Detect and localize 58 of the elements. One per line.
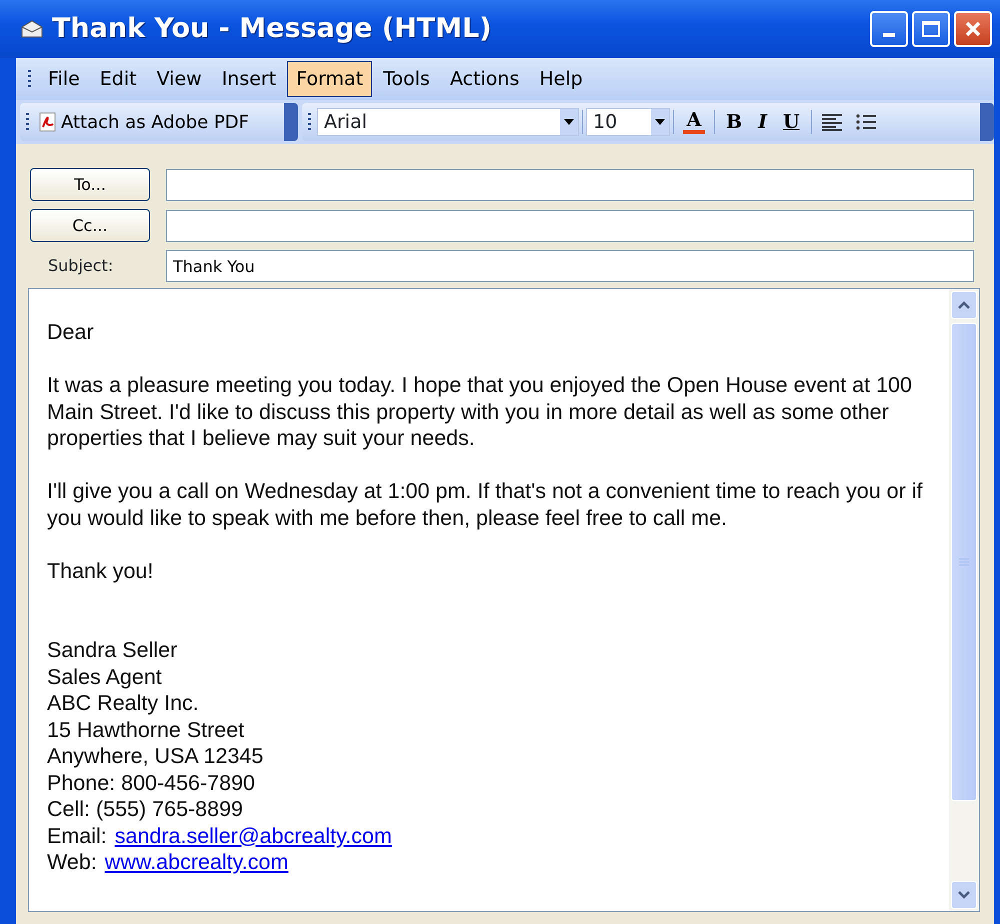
- scroll-down-button[interactable]: [951, 881, 977, 909]
- signature-line: Sales Agent: [47, 664, 163, 690]
- signature-label: Web:: [47, 849, 97, 876]
- grip-icon: [959, 558, 969, 566]
- caret-icon: [564, 119, 574, 125]
- signature-line: Anywhere, USA 12345: [47, 743, 264, 770]
- align-left-icon[interactable]: [820, 113, 843, 131]
- envelope-icon: [20, 19, 44, 39]
- menu-item[interactable]: View: [148, 60, 211, 98]
- body-paragraph: Thank you!: [47, 558, 154, 584]
- signature-line: 15 Hawthorne Street: [47, 716, 246, 743]
- font-color-button[interactable]: A: [677, 110, 711, 134]
- signature-link[interactable]: sandra.seller@abcrealty.com: [114, 822, 392, 849]
- body-paragraph: It was a pleasure meeting you today. I hope that you enjoyed the Open House event at 100 Main Street. I'd like to discuss this property with you in more detail as well as some other properties that I believe may suit your needs.: [47, 372, 913, 452]
- maximize-button[interactable]: [912, 11, 950, 47]
- signature-line: Phone: 800-456-7890: [47, 770, 256, 796]
- signature-link[interactable]: www.abcrealty.com: [104, 849, 288, 876]
- pdf-icon: [39, 112, 57, 132]
- toolbar-grip[interactable]: [26, 113, 29, 131]
- toolbar-grip[interactable]: [28, 70, 31, 88]
- message-body[interactable]: [28, 288, 980, 912]
- menu-item[interactable]: Insert: [212, 60, 286, 98]
- bullet-list-icon[interactable]: [854, 113, 877, 131]
- menu-item[interactable]: Edit: [90, 60, 146, 98]
- close-icon: [964, 20, 982, 38]
- menu-item[interactable]: Format: [287, 60, 372, 98]
- font-dropdown[interactable]: Arial: [317, 108, 579, 136]
- menu-item[interactable]: Actions: [440, 60, 528, 98]
- menu-item[interactable]: Help: [530, 60, 592, 98]
- body-paragraph: Dear: [47, 319, 95, 346]
- chevron-down-icon: [958, 891, 970, 899]
- body-paragraph: I'll give you a call on Wednesday at 1:00 pm. If that's not a convenient time to reach you or if you would like to speak with me before then, please feel free to call me.: [47, 478, 924, 531]
- scroll-up-button[interactable]: [951, 291, 977, 319]
- bold-button[interactable]: B: [718, 108, 750, 136]
- size-dropdown[interactable]: 10: [586, 108, 670, 136]
- signature-label: Email:: [47, 822, 107, 849]
- scrollbar-thumb[interactable]: [951, 323, 977, 801]
- attach-pdf-button[interactable]: Attach as Adobe PDF: [35, 108, 254, 136]
- to-button[interactable]: To...: [30, 168, 150, 201]
- caret-icon: [655, 119, 665, 125]
- cc-button[interactable]: Cc...: [30, 209, 150, 242]
- menu-item[interactable]: File: [39, 60, 89, 98]
- signature-line: Sandra Seller: [47, 637, 178, 664]
- signature-line: Cell: (555) 765-8899: [47, 796, 244, 822]
- close-button[interactable]: [954, 11, 992, 47]
- signature-line: ABC Realty Inc.: [47, 690, 200, 716]
- italic-button[interactable]: I: [750, 108, 775, 136]
- menu-item[interactable]: Tools: [374, 60, 439, 98]
- chevron-up-icon: [958, 301, 970, 309]
- subject-label: Subject:: [48, 256, 114, 275]
- to-field[interactable]: [166, 168, 974, 200]
- toolbar-grip[interactable]: [308, 113, 311, 131]
- minimize-button[interactable]: [870, 11, 908, 47]
- subject-field[interactable]: Thank You: [166, 250, 974, 282]
- scrollbar[interactable]: [949, 289, 979, 911]
- window-title: Thank You - Message (HTML): [52, 12, 492, 46]
- underline-button[interactable]: U: [774, 108, 808, 136]
- cc-field[interactable]: [166, 210, 974, 242]
